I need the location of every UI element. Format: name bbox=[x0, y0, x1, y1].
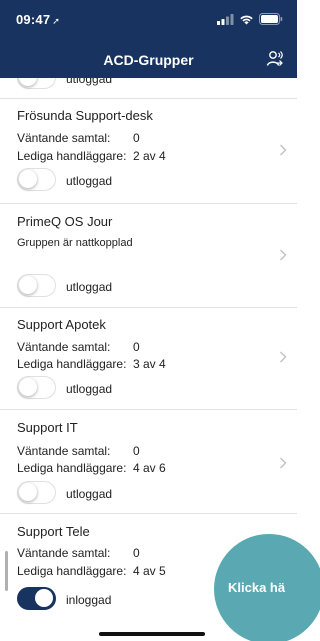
available-agents-value: 4 av 5 bbox=[133, 564, 166, 578]
group-row-frosunda-support-desk[interactable]: Frösunda Support-desk Väntande samtal: 0… bbox=[0, 99, 297, 204]
toggle-knob bbox=[19, 78, 37, 86]
available-agents-value: 3 av 4 bbox=[133, 357, 166, 371]
status-time-text: 09:47 bbox=[16, 12, 51, 27]
toggle-label: utloggad bbox=[66, 174, 113, 188]
location-arrow-icon: ➚ bbox=[52, 16, 60, 26]
toggle-knob bbox=[19, 378, 37, 396]
waiting-calls-label: Väntande samtal: bbox=[17, 131, 111, 145]
toggle-knob bbox=[19, 276, 37, 294]
click-here-label: Klicka hä bbox=[228, 580, 286, 595]
toggle-label: utloggad bbox=[66, 78, 113, 86]
login-toggle[interactable] bbox=[17, 274, 56, 297]
login-toggle[interactable] bbox=[17, 481, 56, 504]
login-toggle[interactable] bbox=[17, 376, 56, 399]
toggle-label: inloggad bbox=[66, 593, 112, 607]
scroll-indicator[interactable] bbox=[5, 551, 8, 591]
click-here-button[interactable]: Klicka hä bbox=[214, 534, 320, 641]
available-agents-label: Lediga handläggare: bbox=[17, 149, 127, 163]
waiting-calls-value: 0 bbox=[133, 340, 140, 354]
waiting-calls-label: Väntande samtal: bbox=[17, 340, 111, 354]
available-agents-label: Lediga handläggare: bbox=[17, 461, 127, 475]
waiting-calls-label: Väntande samtal: bbox=[17, 546, 111, 560]
waiting-calls-value: 0 bbox=[133, 546, 140, 560]
battery-icon bbox=[259, 13, 283, 25]
toggle-label: utloggad bbox=[66, 382, 113, 396]
login-toggle[interactable] bbox=[17, 78, 56, 89]
status-icons bbox=[217, 13, 283, 25]
toggle-label: utloggad bbox=[66, 280, 113, 294]
toggle-knob bbox=[19, 170, 37, 188]
available-agents-value: 2 av 4 bbox=[133, 149, 166, 163]
chevron-right-icon[interactable] bbox=[279, 249, 287, 261]
available-agents-label: Lediga handläggare: bbox=[17, 564, 127, 578]
group-name: Support Tele bbox=[17, 524, 90, 539]
waiting-calls-value: 0 bbox=[133, 444, 140, 458]
wifi-icon bbox=[240, 15, 253, 24]
chevron-right-icon[interactable] bbox=[279, 144, 287, 156]
status-time: 09:47 ➚ bbox=[16, 12, 60, 27]
group-name: Frösunda Support-desk bbox=[17, 108, 153, 123]
login-toggle[interactable] bbox=[17, 168, 56, 191]
group-row-partial[interactable]: utloggad bbox=[0, 78, 297, 99]
group-name: Support Apotek bbox=[17, 317, 106, 332]
page-title: ACD-Grupper bbox=[103, 52, 194, 68]
app-header: 09:47 ➚ ACD-Grupper bbox=[0, 0, 297, 78]
chevron-right-icon[interactable] bbox=[279, 457, 287, 469]
available-agents-value: 4 av 6 bbox=[133, 461, 166, 475]
group-row-primeq-os-jour[interactable]: PrimeQ OS Jour Gruppen är nattkopplad ut… bbox=[0, 204, 297, 308]
available-agents-label: Lediga handläggare: bbox=[17, 357, 127, 371]
toggle-knob bbox=[19, 483, 37, 501]
waiting-calls-label: Väntande samtal: bbox=[17, 444, 111, 458]
chevron-right-icon[interactable] bbox=[279, 351, 287, 363]
signal-icon bbox=[217, 13, 234, 25]
group-name: PrimeQ OS Jour bbox=[17, 214, 113, 229]
group-name: Support IT bbox=[17, 420, 78, 435]
login-toggle[interactable] bbox=[17, 587, 56, 610]
night-mode-note: Gruppen är nattkopplad bbox=[17, 237, 133, 249]
person-wave-icon[interactable] bbox=[265, 49, 285, 69]
group-row-support-apotek[interactable]: Support Apotek Väntande samtal: 0 Lediga… bbox=[0, 308, 297, 410]
group-row-support-it[interactable]: Support IT Väntande samtal: 0 Lediga han… bbox=[0, 410, 297, 514]
toggle-knob bbox=[35, 589, 53, 607]
waiting-calls-value: 0 bbox=[133, 131, 140, 145]
home-indicator[interactable] bbox=[99, 632, 205, 636]
toggle-label: utloggad bbox=[66, 487, 113, 501]
